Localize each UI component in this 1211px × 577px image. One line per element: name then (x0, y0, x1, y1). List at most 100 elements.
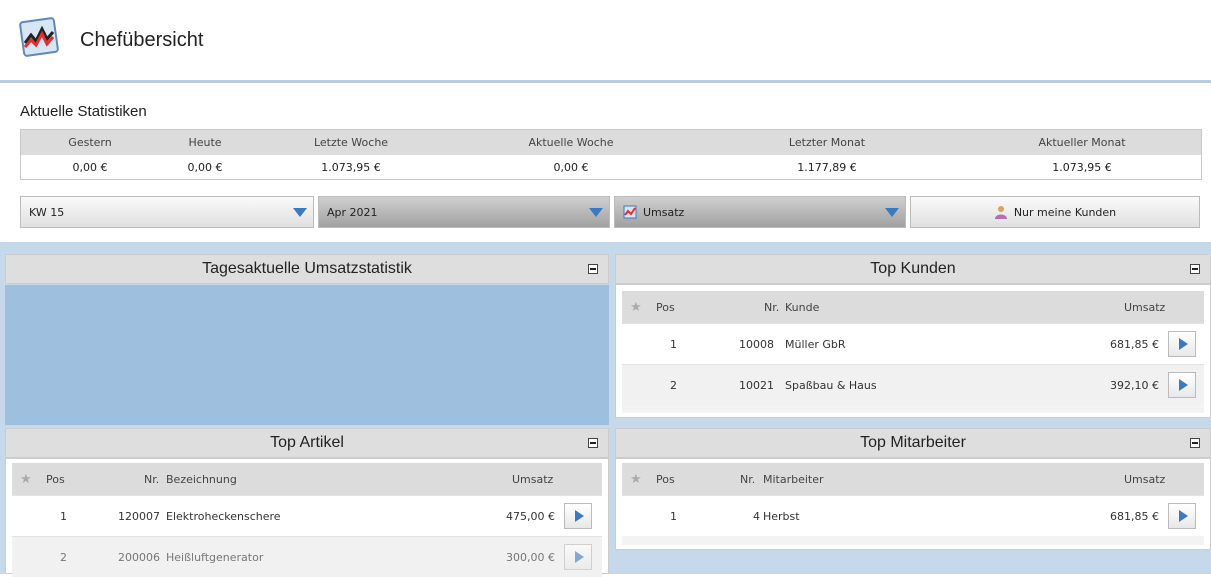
stats-col-aktuelle-woche: Aktuelle Woche (528, 135, 614, 149)
month-select[interactable]: Apr 2021 (318, 196, 610, 228)
col-nr[interactable]: Nr. (740, 473, 755, 486)
row-nr: 10021 (739, 378, 774, 392)
row-nr: 200006 (118, 550, 160, 564)
stats-values-row: 0,00 € 0,00 € 1.073,95 € 0,00 € 1.177,89… (21, 154, 1201, 179)
panel-body-top-kunden: ★ Pos Nr. Kunde Umsatz 1 10008 Müller Gb… (615, 284, 1211, 418)
stats-title: Aktuelle Statistiken (20, 103, 147, 120)
top-mitarbeiter-table: ★ Pos Nr. Mitarbeiter Umsatz 1 4 Herbst … (622, 463, 1204, 545)
col-umsatz[interactable]: Umsatz (1124, 301, 1165, 314)
panel-title-top-artikel: Top Artikel (270, 434, 344, 451)
play-icon[interactable] (1168, 331, 1196, 357)
collapse-icon[interactable] (1190, 438, 1200, 448)
stats-val-letzte-woche: 1.073,95 € (321, 160, 381, 174)
chart-logo-icon (19, 17, 59, 57)
panel-body-top-mitarbeiter: ★ Pos Nr. Mitarbeiter Umsatz 1 4 Herbst … (615, 458, 1211, 550)
stats-val-aktueller-monat: 1.073,95 € (1052, 160, 1112, 174)
collapse-icon[interactable] (1190, 264, 1200, 274)
own-customers-label: Nur meine Kunden (1013, 205, 1117, 219)
row-name: Elektroheckenschere (166, 509, 281, 523)
top-artikel-table: ★ Pos Nr. Bezeichnung Umsatz 1 120007 El… (12, 463, 602, 577)
week-select-value: KW 15 (29, 205, 65, 219)
col-nr[interactable]: Nr. (764, 301, 779, 314)
filter-bar: KW 15 Apr 2021 Umsatz Nur meine Kunden (20, 196, 1200, 228)
top-kunden-table: ★ Pos Nr. Kunde Umsatz 1 10008 Müller Gb… (622, 291, 1204, 413)
panel-body-tagesaktuell (5, 285, 609, 425)
panel-header-top-kunden: Top Kunden (615, 254, 1211, 284)
stats-col-aktueller-monat: Aktueller Monat (1038, 135, 1126, 149)
panel-title-tagesaktuell: Tagesaktuelle Umsatzstatistik (202, 260, 412, 277)
row-pos: 1 (670, 337, 677, 351)
panel-header-tagesaktuell: Tagesaktuelle Umsatzstatistik (5, 254, 609, 284)
panel-header-top-mitarbeiter: Top Mitarbeiter (615, 428, 1211, 458)
play-icon[interactable] (564, 544, 592, 570)
row-pos: 1 (60, 509, 67, 523)
table-row[interactable]: 1 10008 Müller GbR 681,85 € (622, 323, 1204, 364)
own-customers-button[interactable]: Nur meine Kunden (910, 196, 1200, 228)
chevron-down-icon (885, 208, 899, 217)
col-pos[interactable]: Pos (656, 301, 675, 314)
row-umsatz: 681,85 € (1110, 509, 1159, 523)
table-header: ★ Pos Nr. Bezeichnung Umsatz (12, 463, 602, 495)
panel-body-top-artikel: ★ Pos Nr. Bezeichnung Umsatz 1 120007 El… (5, 458, 609, 577)
chevron-down-icon (589, 208, 603, 217)
stats-col-letzter-monat: Letzter Monat (788, 135, 866, 149)
panel-title-top-kunden: Top Kunden (870, 260, 956, 277)
play-icon[interactable] (1168, 503, 1196, 529)
collapse-icon[interactable] (588, 264, 598, 274)
star-icon[interactable]: ★ (630, 472, 642, 487)
table-header: ★ Pos Nr. Mitarbeiter Umsatz (622, 463, 1204, 495)
col-pos[interactable]: Pos (46, 473, 65, 486)
metric-select-value: Umsatz (643, 205, 685, 219)
row-name: Spaßbau & Haus (785, 378, 877, 392)
row-name: Müller GbR (785, 337, 846, 351)
chart-icon (623, 205, 637, 219)
row-umsatz: 392,10 € (1110, 378, 1159, 392)
col-kunde[interactable]: Kunde (785, 301, 819, 314)
table-row[interactable]: 1 4 Herbst 681,85 € (622, 495, 1204, 536)
table-row[interactable]: 2 200006 Heißluftgenerator 300,00 € (12, 536, 602, 577)
stats-val-aktuelle-woche: 0,00 € (553, 160, 589, 174)
row-umsatz: 475,00 € (506, 509, 555, 523)
row-pos: 1 (670, 509, 677, 523)
month-select-value: Apr 2021 (327, 205, 378, 219)
col-bezeichnung[interactable]: Bezeichnung (166, 473, 237, 486)
chevron-down-icon (293, 208, 307, 217)
page-title: Chefübersicht (80, 29, 204, 51)
col-nr[interactable]: Nr. (144, 473, 159, 486)
app-header: Chefübersicht (0, 0, 1211, 83)
stats-val-heute: 0,00 € (187, 160, 223, 174)
row-nr: 4 (753, 509, 760, 523)
row-nr: 10008 (739, 337, 774, 351)
stats-col-letzte-woche: Letzte Woche (313, 135, 389, 149)
row-nr: 120007 (118, 509, 160, 523)
row-umsatz: 681,85 € (1110, 337, 1159, 351)
panel-header-top-artikel: Top Artikel (5, 428, 609, 458)
panel-title-top-mitarbeiter: Top Mitarbeiter (860, 434, 966, 451)
stats-col-gestern: Gestern (68, 135, 112, 149)
col-umsatz[interactable]: Umsatz (1124, 473, 1165, 486)
metric-select[interactable]: Umsatz (614, 196, 906, 228)
col-pos[interactable]: Pos (656, 473, 675, 486)
person-icon (994, 206, 1007, 219)
table-header: ★ Pos Nr. Kunde Umsatz (622, 291, 1204, 323)
collapse-icon[interactable] (588, 438, 598, 448)
stats-val-gestern: 0,00 € (72, 160, 108, 174)
table-row[interactable]: 2 10021 Spaßbau & Haus 392,10 € (622, 364, 1204, 405)
stats-val-letzter-monat: 1.177,89 € (797, 160, 857, 174)
star-icon[interactable]: ★ (630, 300, 642, 315)
stats-table: Gestern Heute Letzte Woche Aktuelle Woch… (20, 129, 1202, 180)
row-pos: 2 (60, 550, 67, 564)
row-umsatz: 300,00 € (506, 550, 555, 564)
stats-col-heute: Heute (188, 135, 222, 149)
row-pos: 2 (670, 378, 677, 392)
col-mitarbeiter[interactable]: Mitarbeiter (763, 473, 824, 486)
col-umsatz[interactable]: Umsatz (512, 473, 553, 486)
row-name: Heißluftgenerator (166, 550, 264, 564)
table-row[interactable]: 1 120007 Elektroheckenschere 475,00 € (12, 495, 602, 536)
star-icon[interactable]: ★ (20, 472, 32, 487)
play-icon[interactable] (564, 503, 592, 529)
stats-header-row: Gestern Heute Letzte Woche Aktuelle Woch… (21, 130, 1201, 154)
row-name: Herbst (763, 509, 800, 523)
play-icon[interactable] (1168, 372, 1196, 398)
week-select[interactable]: KW 15 (20, 196, 314, 228)
